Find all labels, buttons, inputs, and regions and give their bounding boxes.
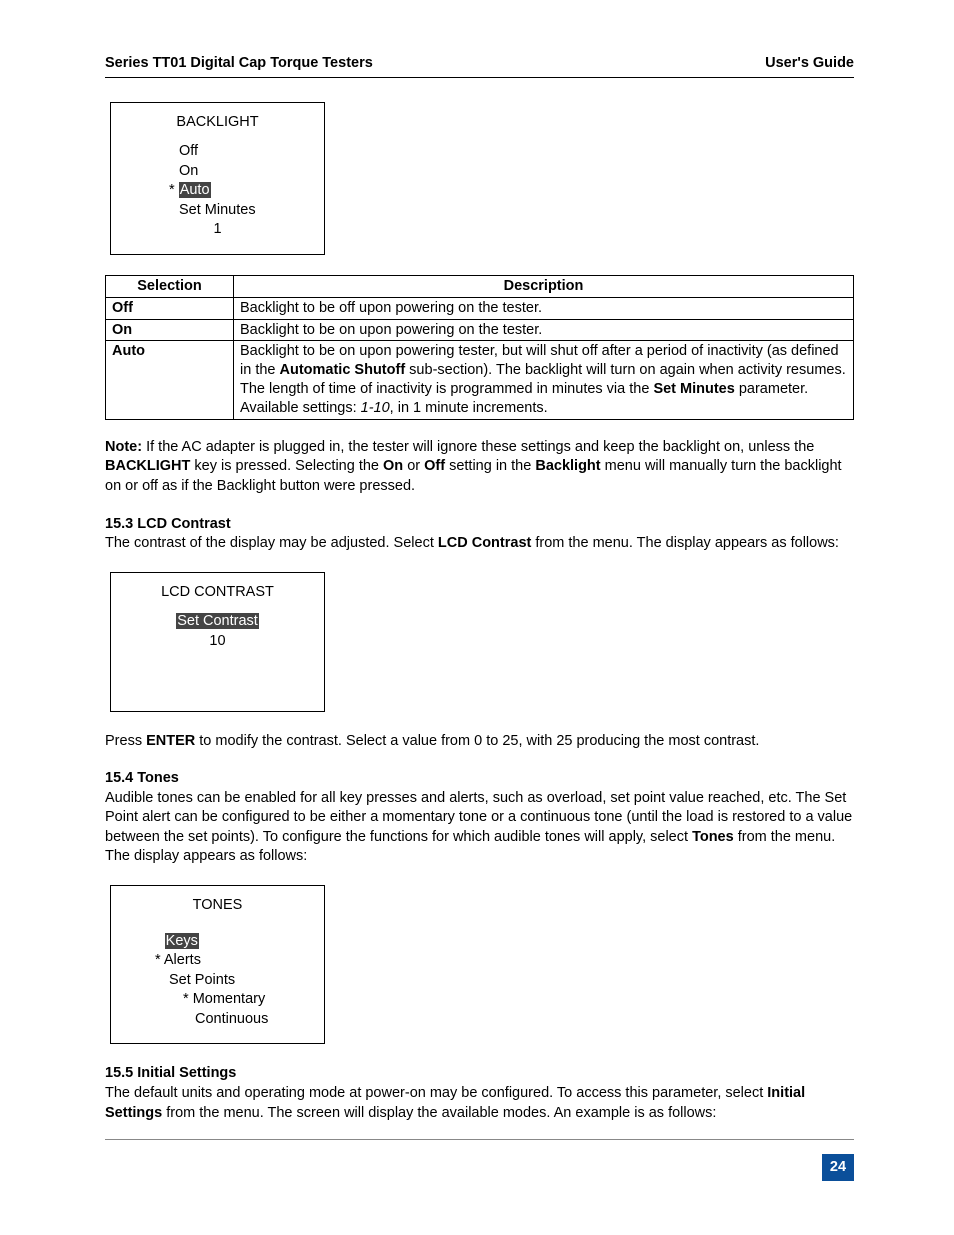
section-heading: 15.5 Initial Settings: [105, 1064, 854, 1084]
cell-description: Backlight to be on upon powering tester,…: [234, 341, 854, 419]
bold-text: Tones: [692, 829, 734, 845]
lcd-row: Off: [121, 142, 314, 162]
bold-text: LCD Contrast: [438, 535, 531, 551]
text: setting in the: [445, 458, 535, 474]
cell-selection: On: [106, 319, 234, 341]
lcd-row: 10: [121, 632, 314, 652]
lcd-row: * Momentary: [121, 990, 314, 1010]
lcd-contrast: LCD CONTRAST Set Contrast 10: [110, 572, 325, 712]
text: Press: [105, 733, 146, 749]
col-header-description: Description: [234, 275, 854, 297]
table-row: On Backlight to be on upon powering on t…: [106, 319, 854, 341]
paragraph: Press ENTER to modify the contrast. Sele…: [105, 732, 854, 752]
paragraph: The contrast of the display may be adjus…: [105, 534, 854, 554]
lcd-backlight-title: BACKLIGHT: [121, 113, 314, 133]
page-number: 24: [822, 1154, 854, 1181]
text: If the AC adapter is plugged in, the tes…: [142, 439, 814, 455]
page-header: Series TT01 Digital Cap Torque Testers U…: [105, 54, 854, 78]
cell-description: Backlight to be on upon powering on the …: [234, 319, 854, 341]
lcd-item: Alerts: [164, 952, 201, 968]
lcd-selected-item: Auto: [179, 182, 211, 198]
lcd-row: Continuous: [121, 1010, 314, 1030]
lcd-row: On: [121, 162, 314, 182]
lcd-selected-marker: *: [183, 991, 189, 1007]
table-row: Off Backlight to be off upon powering on…: [106, 297, 854, 319]
col-header-selection: Selection: [106, 275, 234, 297]
section-heading: 15.3 LCD Contrast: [105, 515, 854, 535]
header-title-right: User's Guide: [765, 54, 854, 74]
lcd-selected-marker: *: [155, 952, 161, 968]
lcd-row: Set Contrast: [121, 612, 314, 632]
paragraph: Audible tones can be enabled for all key…: [105, 789, 854, 867]
header-title-left: Series TT01 Digital Cap Torque Testers: [105, 54, 373, 74]
text: , in 1 minute increments.: [390, 400, 548, 416]
text: to modify the contrast. Select a value f…: [195, 733, 759, 749]
lcd-row: Set Minutes: [121, 201, 314, 221]
bold-text: Off: [424, 458, 445, 474]
italic-text: 1-10: [361, 400, 390, 416]
note-paragraph: Note: If the AC adapter is plugged in, t…: [105, 438, 854, 497]
lcd-row: * Alerts: [121, 951, 314, 971]
cell-description: Backlight to be off upon powering on the…: [234, 297, 854, 319]
lcd-row: 1: [121, 220, 314, 240]
lcd-row: * Auto: [121, 181, 314, 201]
bold-text: Backlight: [535, 458, 600, 474]
cell-selection: Auto: [106, 341, 234, 419]
text: from the menu. The screen will display t…: [162, 1105, 716, 1121]
text: from the menu. The display appears as fo…: [531, 535, 839, 551]
lcd-tones-title: TONES: [121, 896, 314, 916]
bold-text: BACKLIGHT: [105, 458, 190, 474]
note-label: Note:: [105, 439, 142, 455]
lcd-row: Set Points: [121, 971, 314, 991]
text: or: [403, 458, 424, 474]
text: The default units and operating mode at …: [105, 1085, 767, 1101]
footer-divider: [105, 1139, 854, 1140]
table-row: Auto Backlight to be on upon powering te…: [106, 341, 854, 419]
bold-text: ENTER: [146, 733, 195, 749]
lcd-selected-marker: *: [169, 182, 175, 198]
text: key is pressed. Selecting the: [190, 458, 383, 474]
section-heading: 15.4 Tones: [105, 769, 854, 789]
lcd-selected-item: Set Contrast: [176, 613, 259, 629]
lcd-backlight: BACKLIGHT Off On * Auto Set Minutes 1: [110, 102, 325, 255]
cell-selection: Off: [106, 297, 234, 319]
page: Series TT01 Digital Cap Torque Testers U…: [0, 0, 954, 1235]
lcd-tones: TONES * Keys * Alerts Set Points * Momen…: [110, 885, 325, 1044]
paragraph: The default units and operating mode at …: [105, 1084, 854, 1123]
lcd-selected-item: Keys: [165, 933, 199, 949]
lcd-row: * Keys: [121, 932, 314, 952]
lcd-item: Momentary: [193, 991, 266, 1007]
selection-table: Selection Description Off Backlight to b…: [105, 275, 854, 420]
bold-text: On: [383, 458, 403, 474]
bold-text: Automatic Shutoff: [280, 362, 406, 378]
bold-text: Set Minutes: [653, 381, 734, 397]
text: The contrast of the display may be adjus…: [105, 535, 438, 551]
lcd-contrast-title: LCD CONTRAST: [121, 583, 314, 603]
table-header-row: Selection Description: [106, 275, 854, 297]
